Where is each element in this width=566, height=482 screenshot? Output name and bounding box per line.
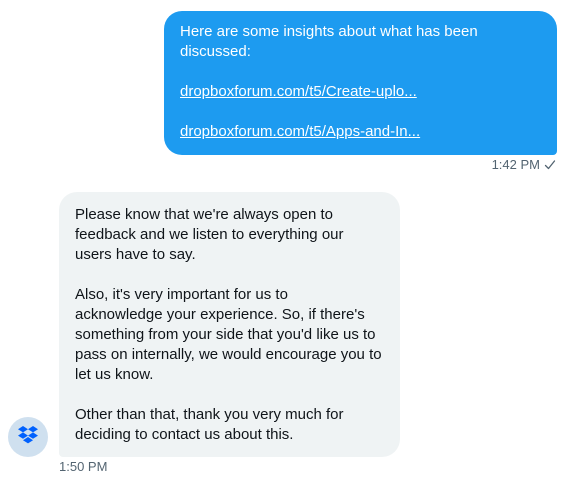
message-line: Here are some insights about what has be… bbox=[180, 23, 478, 40]
message-link-create-upload[interactable]: dropboxforum.com/t5/Create-uplo... bbox=[180, 82, 541, 102]
outgoing-timestamp: 1:42 PM bbox=[491, 157, 540, 172]
incoming-timestamp: 1:50 PM bbox=[59, 459, 108, 474]
dropbox-logo-icon bbox=[18, 426, 38, 444]
message-line: feedback and we listen to everything our bbox=[75, 226, 344, 243]
message-line: something from your side that you'd like… bbox=[75, 326, 376, 343]
message-line: pass on internally, we would encourage y… bbox=[75, 346, 382, 363]
message-line: users have to say. bbox=[75, 246, 196, 263]
outgoing-message-bubble[interactable]: Here are some insights about what has be… bbox=[164, 11, 557, 155]
message-line: Other than that, thank you very much for bbox=[75, 406, 344, 423]
message-line: discussed: bbox=[180, 43, 251, 60]
avatar[interactable] bbox=[8, 417, 48, 457]
outgoing-message-meta: 1:42 PM bbox=[492, 157, 556, 172]
message-link-apps-and-integrations[interactable]: dropboxforum.com/t5/Apps-and-In... bbox=[180, 122, 541, 142]
incoming-message-bubble[interactable]: Please know that we're always open to fe… bbox=[59, 192, 400, 457]
message-line: Also, it's very important for us to bbox=[75, 286, 288, 303]
check-icon bbox=[544, 159, 556, 169]
message-line: let us know. bbox=[75, 366, 154, 383]
message-line: Please know that we're always open to bbox=[75, 206, 334, 223]
dm-conversation: Here are some insights about what has be… bbox=[0, 0, 566, 482]
message-line: deciding to contact us about this. bbox=[75, 426, 294, 443]
message-line: acknowledge your experience. So, if ther… bbox=[75, 306, 365, 323]
